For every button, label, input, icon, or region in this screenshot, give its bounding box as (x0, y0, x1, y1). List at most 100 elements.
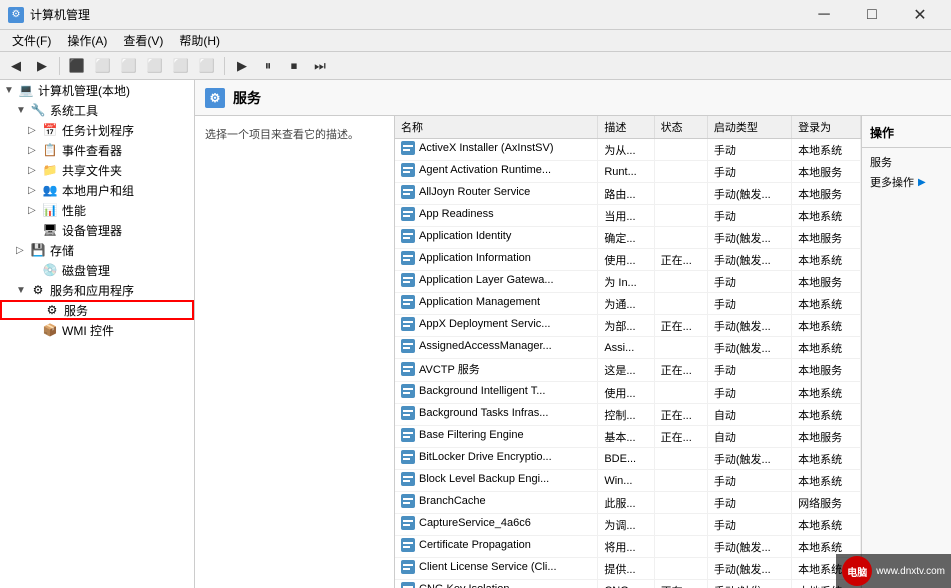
table-row[interactable]: Client License Service (Cli...提供...手动(触发… (395, 558, 861, 580)
service-status-cell (654, 183, 707, 205)
table-row[interactable]: Block Level Backup Engi...Win...手动本地系统 (395, 470, 861, 492)
table-row[interactable]: Application Information使用...正在...手动(触发..… (395, 249, 861, 271)
service-name-cell: Application Layer Gatewa... (395, 271, 598, 293)
sidebar-item-scheduler[interactable]: ▷ 📅 任务计划程序 (0, 120, 194, 140)
forward-button[interactable]: ▶ (30, 55, 54, 77)
watermark: 电脑 www.dnxtv.com (836, 554, 951, 588)
toolbar-btn-6[interactable]: ⬜ (195, 55, 219, 77)
service-status-cell: 正在... (654, 315, 707, 337)
service-status-cell (654, 205, 707, 227)
sidebar-item-services-apps[interactable]: ▼ ⚙ 服务和应用程序 (0, 280, 194, 300)
sidebar-item-eventvwr[interactable]: ▷ 📋 事件查看器 (0, 140, 194, 160)
table-row[interactable]: Application Layer Gatewa...为 In...手动本地服务 (395, 271, 861, 293)
table-row[interactable]: Application Identity确定...手动(触发...本地服务 (395, 227, 861, 249)
expand-icon-storage: ▷ (16, 245, 28, 256)
toolbar-btn-1[interactable]: ⬛ (65, 55, 89, 77)
right-panel-title: 操作 (862, 120, 951, 148)
table-row[interactable]: CNG Key IsolationCNG...正在...手动(触发...本地系统 (395, 580, 861, 588)
table-header-row: 名称 描述 状态 启动类型 登录为 (395, 116, 861, 139)
sidebar-item-perf[interactable]: ▷ 📊 性能 (0, 200, 194, 220)
service-name-cell: BitLocker Drive Encryptio... (395, 448, 598, 470)
diskmgr-icon: 💿 (42, 262, 58, 278)
sidebar-label-services: 服务 (64, 302, 88, 319)
app-icon: ⚙ (8, 7, 24, 23)
sidebar-item-storage[interactable]: ▷ 💾 存储 (0, 240, 194, 260)
service-name-cell: CaptureService_4a6c6 (395, 514, 598, 536)
sidebar: ▼ 💻 计算机管理(本地) ▼ 🔧 系统工具 ▷ 📅 任务计划程序 ▷ 📋 事件… (0, 80, 195, 588)
sidebar-item-localusers[interactable]: ▷ 👥 本地用户和组 (0, 180, 194, 200)
service-name-cell: AVCTP 服务 (395, 359, 598, 382)
service-startup-cell: 手动(触发... (707, 315, 791, 337)
col-header-status[interactable]: 状态 (654, 116, 707, 139)
main-container: ▼ 💻 计算机管理(本地) ▼ 🔧 系统工具 ▷ 📅 任务计划程序 ▷ 📋 事件… (0, 80, 951, 588)
service-logon-cell: 本地系统 (792, 139, 861, 161)
sidebar-item-diskmgr[interactable]: 💿 磁盘管理 (0, 260, 194, 280)
stop-button[interactable]: ⏹ (282, 55, 306, 77)
service-startup-cell: 手动(触发... (707, 227, 791, 249)
right-panel-action-more[interactable]: 更多操作 ▶ (862, 172, 951, 192)
toolbar-btn-3[interactable]: ⬜ (117, 55, 141, 77)
pause-button[interactable]: ⏸ (256, 55, 280, 77)
service-logon-cell: 本地系统 (792, 205, 861, 227)
sidebar-item-devmgr[interactable]: 🖥 设备管理器 (0, 220, 194, 240)
play-button[interactable]: ▶ (230, 55, 254, 77)
toolbar-btn-5[interactable]: ⬜ (169, 55, 193, 77)
menu-view[interactable]: 查看(V) (115, 30, 171, 51)
wmi-icon: 📦 (42, 322, 58, 338)
toolbar-btn-2[interactable]: ⬜ (91, 55, 115, 77)
sidebar-item-services[interactable]: ⚙ 服务 (0, 300, 194, 320)
service-desc-cell: 将用... (598, 536, 654, 558)
back-button[interactable]: ◀ (4, 55, 28, 77)
scheduler-icon: 📅 (42, 122, 58, 138)
col-header-desc[interactable]: 描述 (598, 116, 654, 139)
table-row[interactable]: App Readiness当用...手动本地系统 (395, 205, 861, 227)
table-row[interactable]: Certificate Propagation将用...手动(触发...本地系统 (395, 536, 861, 558)
col-header-startup[interactable]: 启动类型 (707, 116, 791, 139)
service-desc-cell: Win... (598, 470, 654, 492)
col-header-logon[interactable]: 登录为 (792, 116, 861, 139)
service-startup-cell: 手动 (707, 271, 791, 293)
maximize-button[interactable]: □ (849, 0, 895, 30)
table-row[interactable]: BranchCache此服...手动网络服务 (395, 492, 861, 514)
eventvwr-icon: 📋 (42, 142, 58, 158)
title-text: 计算机管理 (30, 6, 801, 23)
service-startup-cell: 手动(触发... (707, 448, 791, 470)
service-name-cell: App Readiness (395, 205, 598, 227)
service-desc-cell: 路由... (598, 183, 654, 205)
window-controls: ─ □ ✕ (801, 0, 943, 30)
table-row[interactable]: Background Intelligent T...使用...手动本地系统 (395, 382, 861, 404)
sidebar-item-wmi[interactable]: 📦 WMI 控件 (0, 320, 194, 340)
services-table-area[interactable]: 名称 描述 状态 启动类型 登录为 ActiveX Installer (AxI… (395, 116, 861, 588)
expand-icon-tools: ▼ (16, 105, 28, 116)
menu-help[interactable]: 帮助(H) (171, 30, 228, 51)
restart-button[interactable]: ⏭ (308, 55, 332, 77)
table-row[interactable]: Application Management为通...手动本地系统 (395, 293, 861, 315)
service-logon-cell: 本地系统 (792, 448, 861, 470)
expand-icon-diskmgr (28, 265, 40, 276)
service-name-cell: AppX Deployment Servic... (395, 315, 598, 337)
close-button[interactable]: ✕ (897, 0, 943, 30)
expand-icon-localusers: ▷ (28, 185, 40, 196)
service-status-cell: 正在... (654, 426, 707, 448)
service-name-cell: Base Filtering Engine (395, 426, 598, 448)
minimize-button[interactable]: ─ (801, 0, 847, 30)
table-row[interactable]: AppX Deployment Servic...为部...正在...手动(触发… (395, 315, 861, 337)
table-row[interactable]: AssignedAccessManager...Assi...手动(触发...本… (395, 337, 861, 359)
toolbar-btn-4[interactable]: ⬜ (143, 55, 167, 77)
table-row[interactable]: Base Filtering Engine基本...正在...自动本地服务 (395, 426, 861, 448)
col-header-name[interactable]: 名称 (395, 116, 598, 139)
table-row[interactable]: AllJoyn Router Service路由...手动(触发...本地服务 (395, 183, 861, 205)
right-panel-action-services[interactable]: 服务 (862, 152, 951, 172)
menu-file[interactable]: 文件(F) (4, 30, 59, 51)
table-row[interactable]: CaptureService_4a6c6为调...手动本地系统 (395, 514, 861, 536)
table-row[interactable]: Agent Activation Runtime...Runt...手动本地服务 (395, 161, 861, 183)
table-row[interactable]: BitLocker Drive Encryptio...BDE...手动(触发.… (395, 448, 861, 470)
sidebar-item-root[interactable]: ▼ 💻 计算机管理(本地) (0, 80, 194, 100)
service-logon-cell: 本地服务 (792, 161, 861, 183)
table-row[interactable]: AVCTP 服务这是...正在...手动本地服务 (395, 359, 861, 382)
sidebar-item-tools[interactable]: ▼ 🔧 系统工具 (0, 100, 194, 120)
menu-action[interactable]: 操作(A) (59, 30, 115, 51)
table-row[interactable]: ActiveX Installer (AxInstSV)为从...手动本地系统 (395, 139, 861, 161)
sidebar-item-shared[interactable]: ▷ 📁 共享文件夹 (0, 160, 194, 180)
table-row[interactable]: Background Tasks Infras...控制...正在...自动本地… (395, 404, 861, 426)
